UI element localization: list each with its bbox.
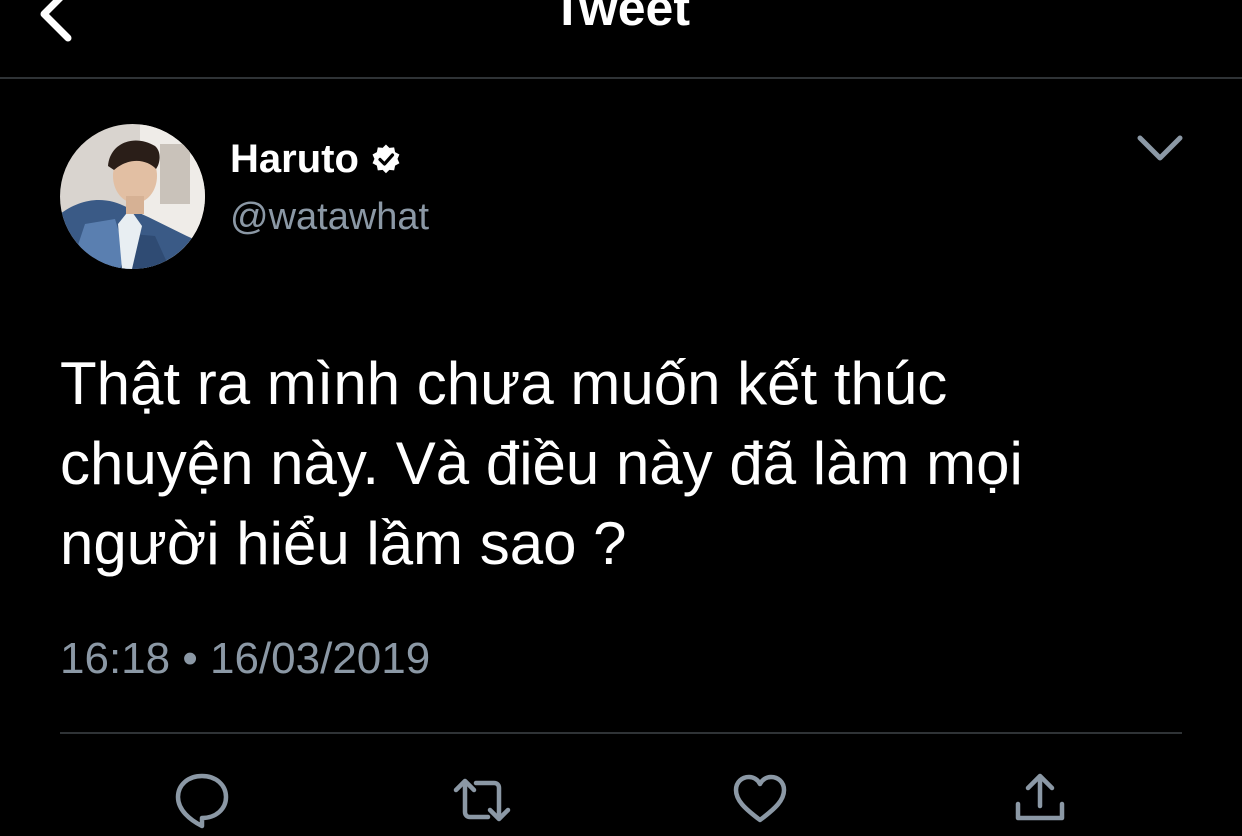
tweet-date[interactable]: 16/03/2019 xyxy=(210,634,430,683)
tweet-body: Thật ra mình chưa muốn kết thúc chuyện n… xyxy=(60,350,1023,577)
tweet-options-button[interactable] xyxy=(1132,126,1188,172)
like-button[interactable] xyxy=(730,770,790,830)
share-icon xyxy=(1015,773,1065,821)
verified-badge-icon xyxy=(372,144,400,174)
reply-button[interactable] xyxy=(172,770,232,830)
retweet-button[interactable] xyxy=(452,770,512,830)
author-handle[interactable]: @watawhat xyxy=(230,193,429,241)
share-button[interactable] xyxy=(1010,770,1070,830)
top-bar: Tweet xyxy=(0,0,1242,79)
divider xyxy=(60,732,1182,734)
tweet-time[interactable]: 16:18 xyxy=(60,634,170,683)
retweet-icon xyxy=(453,778,511,822)
author-display-name: Haruto xyxy=(230,137,359,181)
timestamp-separator: • xyxy=(182,634,198,683)
tweet-timestamp: 16:18 • 16/03/2019 xyxy=(60,632,430,686)
author-name-row[interactable]: Haruto xyxy=(230,134,401,184)
chevron-down-icon xyxy=(1137,135,1183,161)
heart-icon xyxy=(733,774,787,823)
avatar[interactable] xyxy=(60,124,205,269)
avatar-photo xyxy=(60,124,205,269)
reply-icon xyxy=(175,773,229,829)
page-title: Tweet xyxy=(552,0,690,36)
